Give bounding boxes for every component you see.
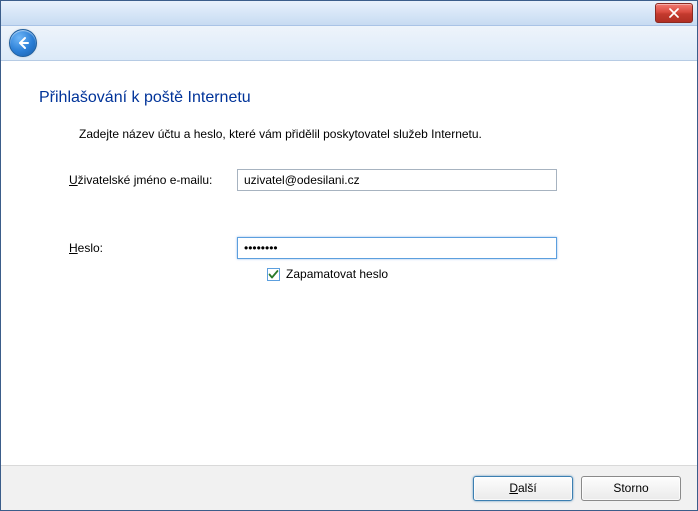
page-title: Přihlašování k poště Internetu [39,89,659,107]
check-icon [268,269,279,280]
content-area: Přihlašování k poště Internetu Zadejte n… [1,61,697,465]
close-button[interactable] [655,3,693,23]
remember-checkbox[interactable] [267,268,280,281]
next-button[interactable]: Další [473,476,573,501]
arrow-left-icon [16,36,30,50]
wizard-window: Přihlašování k poště Internetu Zadejte n… [0,0,698,511]
password-input[interactable] [237,237,557,259]
instruction-text: Zadejte název účtu a heslo, které vám př… [79,127,659,141]
username-row: Uživatelské jméno e-mailu: [69,169,659,191]
titlebar [1,1,697,26]
back-button[interactable] [9,29,37,57]
remember-label: Zapamatovat heslo [286,267,388,281]
username-input[interactable] [237,169,557,191]
close-icon [669,8,679,18]
footer: Další Storno [1,465,697,510]
password-label: Heslo: [69,241,237,255]
password-row: Heslo: [69,237,659,259]
remember-row: Zapamatovat heslo [267,267,659,281]
form: Uživatelské jméno e-mailu: Heslo: Zapama… [69,169,659,281]
navbar [1,26,697,61]
cancel-button[interactable]: Storno [581,476,681,501]
username-label: Uživatelské jméno e-mailu: [69,173,237,187]
